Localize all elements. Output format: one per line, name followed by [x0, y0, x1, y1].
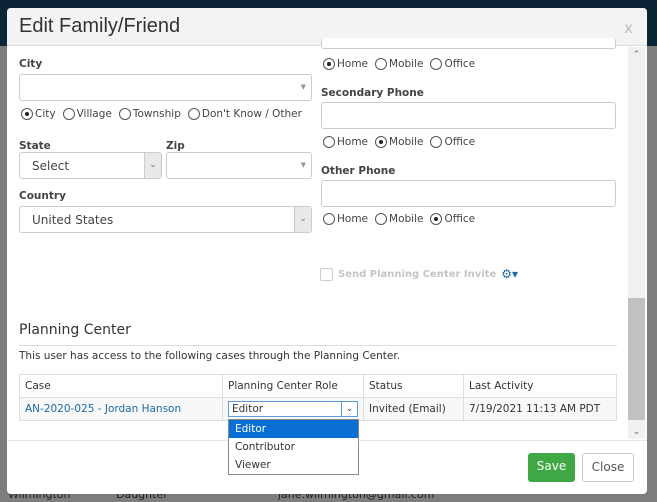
radio-circle-icon[interactable]: [118, 108, 131, 120]
role-value: Editor: [232, 403, 264, 415]
close-icon[interactable]: x: [624, 19, 633, 37]
secondary-phone-type-radios: Home Mobile Office: [323, 136, 475, 148]
radio-label: Office: [444, 213, 476, 225]
radio-circle-icon[interactable]: [323, 213, 335, 225]
city-input[interactable]: ▼: [19, 74, 312, 101]
radio-option[interactable]: Office: [430, 213, 475, 225]
country-label: Country: [19, 190, 66, 202]
role-cell: Editor ⌄: [222, 397, 364, 421]
send-invite-label: Send Planning Center Invite: [338, 268, 497, 280]
radio-label: Office: [444, 58, 476, 70]
country-value: United States: [32, 213, 114, 227]
other-phone-type-radios: Home Mobile Office: [323, 213, 475, 225]
radio-option[interactable]: Village: [62, 108, 112, 120]
scrollbar-thumb[interactable]: [628, 298, 645, 420]
radio-option[interactable]: Mobile: [375, 136, 423, 148]
edit-family-friend-modal: Edit Family/Friend x City ▼ City Village T…: [7, 8, 647, 494]
secondary-phone-input[interactable]: [321, 102, 616, 129]
primary-phone-type-radios: Home Mobile Office: [323, 58, 475, 70]
state-value: Select: [32, 159, 70, 173]
radio-circle-icon[interactable]: [323, 136, 335, 148]
scroll-up-icon[interactable]: ⌃: [628, 50, 645, 60]
country-select[interactable]: United States ⌄: [19, 206, 312, 233]
radio-circle-icon[interactable]: [430, 213, 443, 225]
radio-circle-icon[interactable]: [62, 108, 75, 120]
radio-option[interactable]: Home: [323, 136, 368, 148]
table-header-row: Case Planning Center Role Status Last Ac…: [19, 374, 617, 398]
radio-circle-icon[interactable]: [323, 58, 335, 70]
table-row: AN-2020-025 - Jordan Hanson Editor ⌄ Inv…: [19, 397, 617, 421]
save-button[interactable]: Save: [528, 453, 575, 482]
role-option-contributor[interactable]: Contributor: [229, 438, 358, 456]
close-button[interactable]: Close: [582, 453, 634, 482]
radio-circle-icon[interactable]: [375, 213, 388, 225]
chevron-down-icon: ⌄: [144, 153, 161, 178]
role-option-viewer[interactable]: Viewer: [229, 456, 358, 474]
radio-label: Mobile: [389, 213, 424, 225]
radio-label: Don't Know / Other: [201, 108, 302, 120]
radio-label: Office: [444, 136, 476, 148]
dropdown-triangle-icon: ▼: [300, 161, 306, 169]
col-case: Case: [19, 374, 223, 398]
radio-label: Village: [76, 108, 112, 120]
chevron-down-icon: ⌄: [294, 207, 311, 232]
primary-phone-input[interactable]: [321, 38, 616, 49]
role-dropdown-list: Editor Contributor Viewer: [228, 419, 359, 475]
zip-input[interactable]: ▼: [166, 152, 312, 179]
radio-label: Mobile: [389, 58, 424, 70]
case-link[interactable]: AN-2020-025 - Jordan Hanson: [19, 397, 223, 421]
radio-option[interactable]: Office: [430, 58, 475, 70]
role-select[interactable]: Editor ⌄: [228, 401, 358, 417]
radio-option[interactable]: Mobile: [375, 213, 423, 225]
dropdown-triangle-icon: ▼: [300, 83, 306, 91]
planning-center-description: This user has access to the following ca…: [19, 350, 401, 362]
zip-label: Zip: [166, 140, 185, 152]
scroll-down-icon[interactable]: ⌄: [628, 427, 645, 437]
radio-circle-icon[interactable]: [430, 58, 443, 70]
col-status: Status: [363, 374, 464, 398]
invite-row: Send Planning Center Invite ⚙▾: [320, 267, 518, 281]
col-role: Planning Center Role: [222, 374, 364, 398]
radio-label: Mobile: [389, 136, 424, 148]
radio-circle-icon[interactable]: [375, 58, 388, 70]
radio-option[interactable]: Office: [430, 136, 475, 148]
col-last-activity: Last Activity: [463, 374, 617, 398]
radio-option[interactable]: Don't Know / Other: [187, 108, 302, 120]
modal-scrollbar[interactable]: ⌃ ⌄: [628, 47, 645, 439]
planning-cases-table: Case Planning Center Role Status Last Ac…: [19, 374, 617, 421]
modal-title: Edit Family/Friend: [19, 15, 181, 37]
other-phone-label: Other Phone: [321, 165, 396, 177]
radio-circle-icon[interactable]: [375, 136, 388, 148]
chevron-down-icon: ⌄: [341, 402, 357, 416]
radio-label: Home: [337, 136, 369, 148]
secondary-phone-label: Secondary Phone: [321, 87, 424, 99]
radio-circle-icon[interactable]: [187, 108, 200, 120]
radio-label: Home: [337, 58, 369, 70]
radio-option[interactable]: Township: [118, 108, 181, 120]
radio-circle-icon[interactable]: [21, 108, 33, 120]
other-phone-input[interactable]: [321, 180, 616, 207]
send-invite-checkbox[interactable]: [320, 267, 333, 281]
gear-dropdown-icon[interactable]: ⚙▾: [501, 267, 518, 281]
status-cell: Invited (Email): [363, 397, 464, 421]
planning-center-heading: Planning Center: [19, 322, 131, 338]
radio-circle-icon[interactable]: [430, 136, 443, 148]
radio-option[interactable]: Home: [323, 213, 368, 225]
radio-option[interactable]: Home: [323, 58, 368, 70]
radio-option[interactable]: Mobile: [375, 58, 423, 70]
state-select[interactable]: Select ⌄: [19, 152, 162, 179]
radio-label: City: [35, 108, 56, 120]
city-type-radios: City Village Township Don't Know / Other: [21, 108, 302, 120]
city-label: City: [19, 58, 43, 70]
last-activity-cell: 7/19/2021 11:13 AM PDT: [463, 397, 617, 421]
state-label: State: [19, 140, 51, 152]
divider: [19, 345, 617, 346]
radio-label: Home: [337, 213, 369, 225]
radio-option[interactable]: City: [21, 108, 56, 120]
role-option-editor[interactable]: Editor: [229, 420, 358, 438]
radio-label: Township: [132, 108, 181, 120]
